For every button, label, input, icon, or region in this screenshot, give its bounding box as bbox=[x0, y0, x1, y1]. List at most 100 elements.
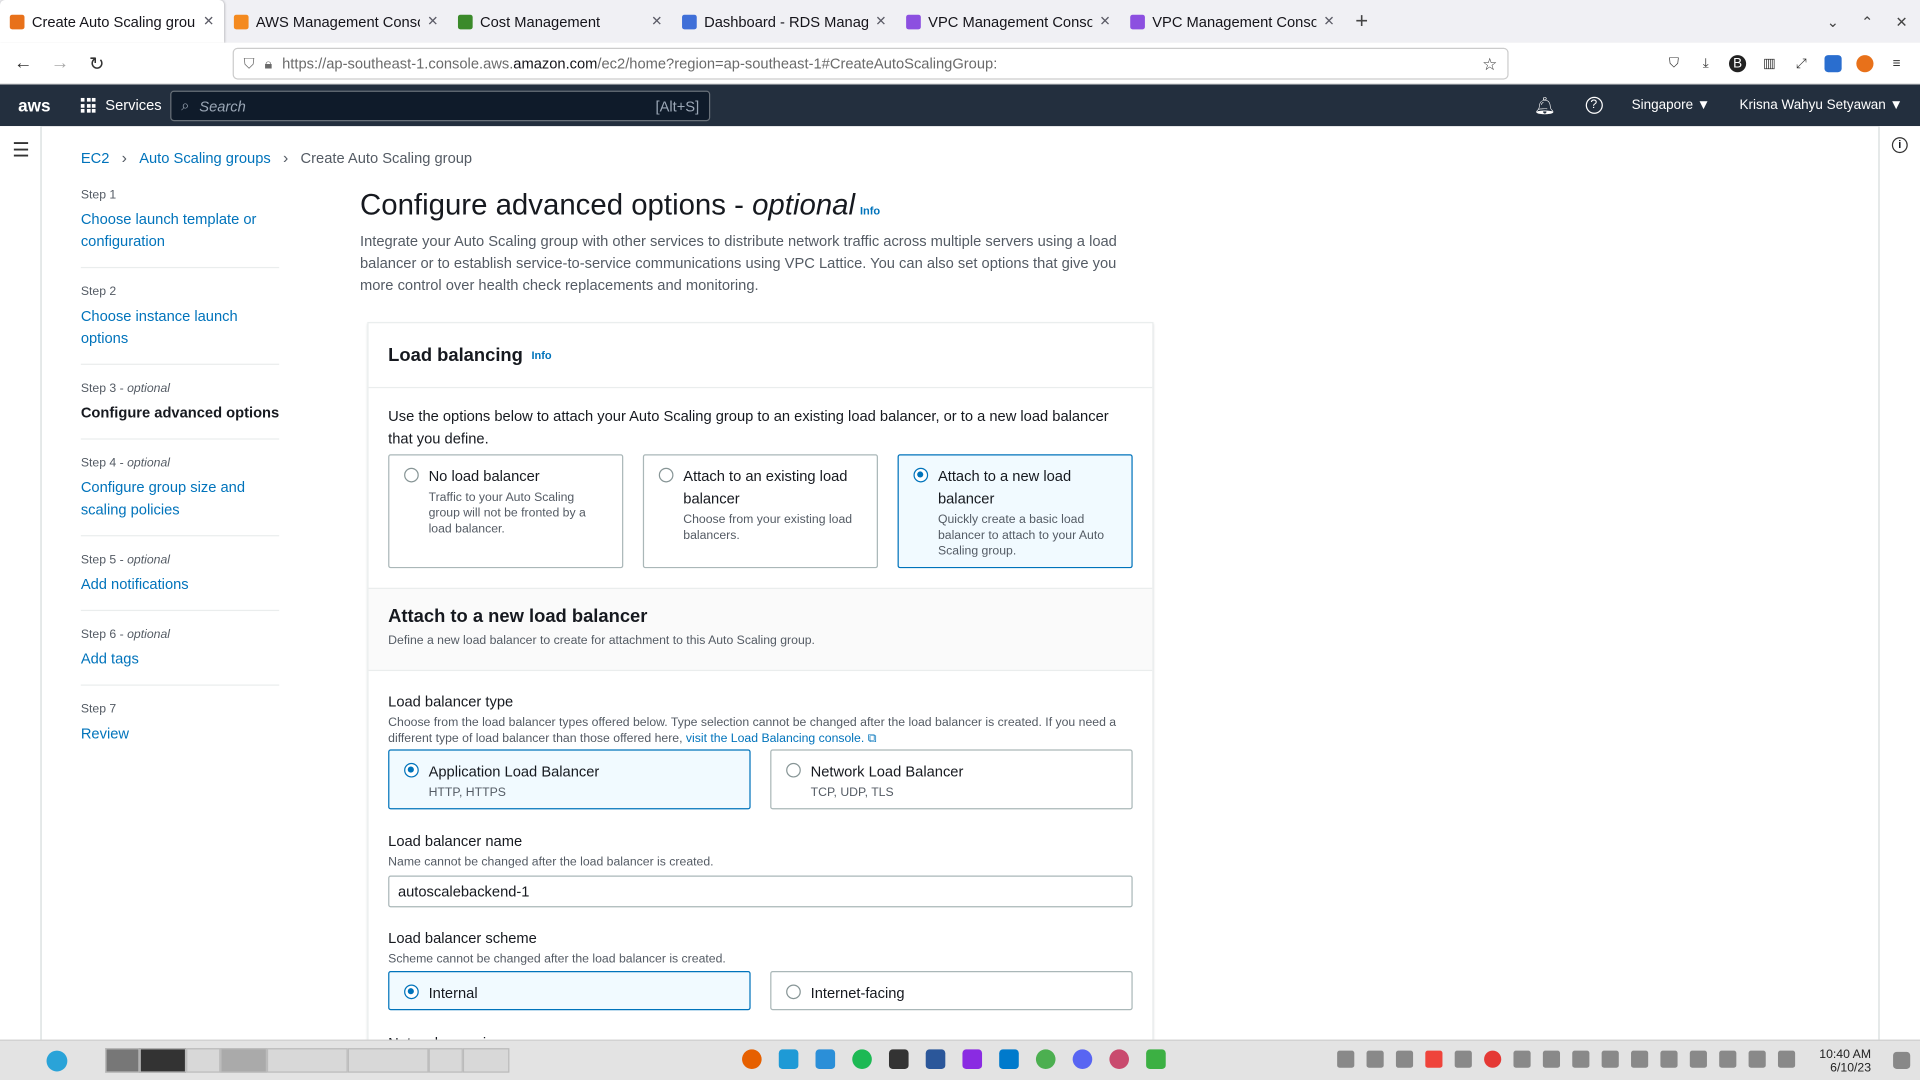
menu-icon[interactable]: ≡ bbox=[1888, 55, 1905, 72]
extension-bars-icon[interactable]: ▥ bbox=[1761, 55, 1778, 72]
account-menu[interactable]: Krisna Wahyu Setyawan ▼ bbox=[1740, 98, 1903, 113]
workspace[interactable] bbox=[347, 1048, 429, 1073]
radio-button[interactable] bbox=[786, 762, 801, 778]
browser-tab[interactable]: Dashboard - RDS Managem ✕ bbox=[672, 0, 896, 43]
extension-orange-icon[interactable] bbox=[1856, 55, 1874, 73]
phone-icon[interactable] bbox=[1689, 1050, 1707, 1068]
breadcrumb-ec2[interactable]: EC2 bbox=[81, 149, 110, 166]
anydesk-icon[interactable] bbox=[1425, 1050, 1443, 1068]
screenshot-icon[interactable] bbox=[1146, 1049, 1166, 1069]
firefox-icon[interactable] bbox=[742, 1049, 762, 1069]
back-icon[interactable]: ← bbox=[5, 53, 42, 74]
forward-icon[interactable]: → bbox=[42, 53, 79, 74]
wifi-icon[interactable] bbox=[1748, 1050, 1766, 1068]
volume-icon[interactable] bbox=[1572, 1050, 1590, 1068]
microphone-icon[interactable] bbox=[1719, 1050, 1737, 1068]
extension-arrows-icon[interactable]: ⤢ bbox=[1793, 55, 1810, 72]
new-tab-button[interactable]: + bbox=[1345, 9, 1379, 35]
lock-icon[interactable]: 🔒︎ bbox=[265, 54, 273, 72]
step-link[interactable]: Choose launch template or configuration bbox=[81, 208, 279, 252]
play-icon[interactable] bbox=[1542, 1050, 1561, 1068]
close-tab-icon[interactable]: ✕ bbox=[427, 13, 438, 30]
vscode-icon[interactable] bbox=[999, 1049, 1019, 1069]
close-tab-icon[interactable]: ✕ bbox=[651, 13, 662, 30]
load-balancing-console-link[interactable]: visit the Load Balancing console. bbox=[686, 732, 864, 745]
info-link[interactable]: Info bbox=[531, 349, 551, 361]
discord-icon[interactable] bbox=[1072, 1049, 1093, 1069]
browser-tab[interactable]: VPC Management Console ✕ bbox=[1120, 0, 1344, 43]
close-window-icon[interactable]: ✕ bbox=[1895, 13, 1907, 30]
workspace[interactable] bbox=[186, 1048, 221, 1073]
browser-tab[interactable]: Cost Management ✕ bbox=[448, 0, 672, 43]
spotify-icon[interactable] bbox=[852, 1049, 872, 1069]
display-icon[interactable] bbox=[1660, 1050, 1678, 1068]
load-balancer-name-input[interactable]: autoscalebackend-1 bbox=[388, 875, 1133, 908]
clock[interactable]: 10:40 AM 6/10/23 bbox=[1819, 1048, 1871, 1075]
option-new-load-balancer[interactable]: Attach to a new load balancer Quickly cr… bbox=[897, 454, 1133, 569]
phpstorm-icon[interactable] bbox=[962, 1049, 983, 1069]
option-no-load-balancer[interactable]: No load balancer Traffic to your Auto Sc… bbox=[388, 454, 624, 569]
services-menu[interactable]: Services bbox=[69, 97, 162, 114]
option-application-load-balancer[interactable]: Application Load Balancer HTTP, HTTPS bbox=[388, 749, 751, 810]
bookmark-star-icon[interactable]: ☆ bbox=[1482, 53, 1497, 74]
browser-tab[interactable]: Create Auto Scaling group | E ✕ bbox=[0, 0, 225, 43]
step-link[interactable]: Add tags bbox=[81, 648, 279, 670]
telegram-icon[interactable] bbox=[46, 1050, 68, 1072]
app-icon[interactable] bbox=[778, 1049, 799, 1069]
browser-tab[interactable]: VPC Management Console ✕ bbox=[896, 0, 1120, 43]
external-link-icon[interactable]: ⧉ bbox=[868, 732, 877, 745]
extension-b-icon[interactable]: B bbox=[1728, 55, 1747, 73]
close-tab-icon[interactable]: ✕ bbox=[875, 13, 886, 30]
app-launcher-icon[interactable] bbox=[1893, 1051, 1911, 1069]
option-network-load-balancer[interactable]: Network Load Balancer TCP, UDP, TLS bbox=[770, 749, 1133, 810]
radio-button-selected[interactable] bbox=[404, 984, 419, 1000]
files-icon[interactable] bbox=[815, 1049, 836, 1069]
help-icon[interactable]: ? bbox=[1585, 96, 1603, 114]
region-selector[interactable]: Singapore ▼ bbox=[1632, 98, 1710, 113]
word-icon[interactable] bbox=[925, 1049, 946, 1069]
tray-icon[interactable] bbox=[1454, 1050, 1472, 1068]
notification-icon[interactable] bbox=[1337, 1050, 1355, 1068]
workspace[interactable] bbox=[428, 1048, 463, 1073]
workspace[interactable] bbox=[462, 1048, 510, 1073]
workspace[interactable] bbox=[105, 1048, 140, 1073]
tray-expand-icon[interactable] bbox=[1777, 1050, 1796, 1068]
battery-icon[interactable] bbox=[1601, 1050, 1619, 1068]
step-link[interactable]: Add notifications bbox=[81, 573, 279, 595]
option-internal[interactable]: Internal bbox=[388, 971, 751, 1011]
workspace-switcher[interactable] bbox=[105, 1048, 510, 1073]
hamburger-icon[interactable]: ☰ bbox=[12, 138, 40, 162]
tray-icon[interactable] bbox=[1631, 1050, 1649, 1068]
step-link[interactable]: Configure group size and scaling policie… bbox=[81, 476, 279, 520]
maximize-icon[interactable]: ⌃ bbox=[1861, 13, 1873, 30]
browser-tab[interactable]: AWS Management Console ✕ bbox=[224, 0, 448, 43]
workspace[interactable] bbox=[220, 1048, 267, 1073]
close-tab-icon[interactable]: ✕ bbox=[1099, 13, 1110, 30]
tab-list-icon[interactable]: ⌄ bbox=[1827, 13, 1839, 30]
radio-button-selected[interactable] bbox=[913, 467, 929, 483]
app-icon[interactable] bbox=[1109, 1049, 1129, 1069]
tray-icon[interactable] bbox=[1395, 1050, 1414, 1068]
aws-logo[interactable]: aws bbox=[0, 96, 69, 116]
radio-button[interactable] bbox=[658, 467, 674, 483]
pocket-icon[interactable]: ⛉ bbox=[1665, 55, 1682, 72]
bell-icon[interactable]: 🔔︎ bbox=[1534, 95, 1556, 116]
address-bar[interactable]: ⛉ 🔒︎ https://ap-southeast-1.console.aws.… bbox=[232, 47, 1509, 80]
search-input[interactable]: ⌕ Search [Alt+S] bbox=[170, 90, 711, 122]
extension-blue-icon[interactable] bbox=[1824, 55, 1842, 73]
radio-button[interactable] bbox=[404, 467, 419, 483]
step-link[interactable]: Choose instance launch options bbox=[81, 305, 279, 349]
step-link[interactable]: Review bbox=[81, 722, 279, 744]
tray-icon[interactable] bbox=[1366, 1050, 1384, 1068]
terminal-icon[interactable] bbox=[888, 1049, 909, 1069]
workspace[interactable] bbox=[266, 1048, 348, 1073]
chrome-icon[interactable] bbox=[1035, 1049, 1056, 1069]
workspace[interactable] bbox=[139, 1048, 187, 1073]
reload-icon[interactable]: ↻ bbox=[78, 52, 115, 74]
clipboard-icon[interactable] bbox=[1513, 1050, 1531, 1068]
close-tab-icon[interactable]: ✕ bbox=[203, 13, 214, 30]
close-tab-icon[interactable]: ✕ bbox=[1323, 13, 1334, 30]
info-link[interactable]: Info bbox=[860, 204, 880, 216]
radio-button-selected[interactable] bbox=[404, 762, 419, 778]
download-icon[interactable]: ⤓ bbox=[1697, 55, 1714, 72]
